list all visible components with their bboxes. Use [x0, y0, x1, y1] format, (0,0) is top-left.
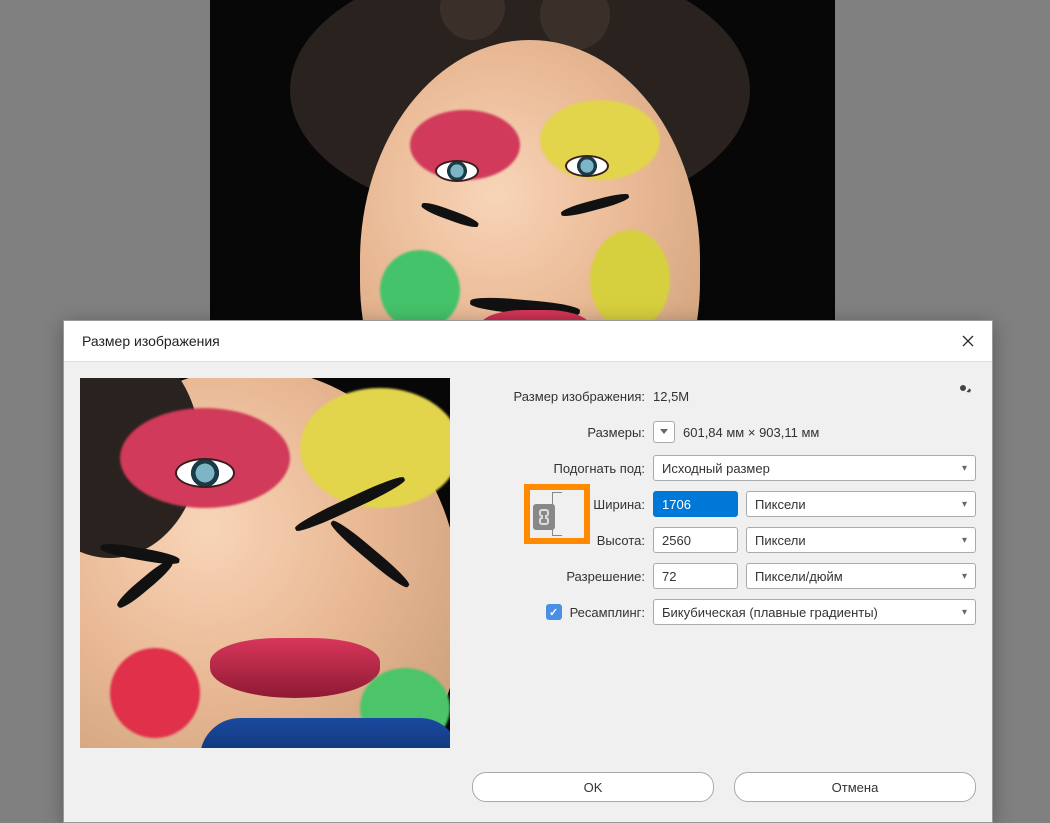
- resample-label: Ресамплинг:: [570, 605, 645, 620]
- cancel-button[interactable]: Отмена: [734, 772, 976, 802]
- chevron-down-icon: ▾: [962, 607, 967, 618]
- chevron-down-icon: ▾: [962, 463, 967, 474]
- chevron-down-icon: ▾: [962, 535, 967, 546]
- chevron-down-icon: ▾: [962, 499, 967, 510]
- image-preview: [80, 378, 450, 748]
- height-input[interactable]: 2560: [653, 527, 738, 553]
- width-input[interactable]: 1706: [653, 491, 738, 517]
- size-value: 12,5M: [653, 389, 689, 404]
- resample-checkbox[interactable]: ✓: [546, 604, 562, 620]
- fit-select[interactable]: Исходный размер ▾: [653, 455, 976, 481]
- dimensions-label: Размеры:: [470, 425, 645, 440]
- close-button[interactable]: [958, 331, 978, 351]
- dialog-title: Размер изображения: [82, 333, 220, 349]
- width-unit-select[interactable]: Пиксели ▾: [746, 491, 976, 517]
- gear-icon[interactable]: [954, 379, 972, 397]
- resolution-unit-select[interactable]: Пиксели/дюйм ▾: [746, 563, 976, 589]
- resolution-label: Разрешение:: [470, 569, 645, 584]
- resolution-input[interactable]: 72: [653, 563, 738, 589]
- dimensions-unit-toggle[interactable]: [653, 421, 675, 443]
- chevron-down-icon: ▾: [962, 571, 967, 582]
- resample-method-select[interactable]: Бикубическая (плавные градиенты) ▾: [653, 599, 976, 625]
- size-label: Размер изображения:: [470, 389, 645, 404]
- image-size-dialog: Размер изображения: [63, 320, 993, 823]
- dimensions-value: 601,84 мм × 903,11 мм: [683, 425, 819, 440]
- controls-panel: Размер изображения: 12,5M Размеры: 601,8…: [470, 378, 976, 748]
- dialog-titlebar: Размер изображения: [64, 321, 992, 362]
- fit-label: Подогнать под:: [470, 461, 645, 476]
- constrain-proportions-button[interactable]: [533, 504, 555, 530]
- ok-button[interactable]: OK: [472, 772, 714, 802]
- height-unit-select[interactable]: Пиксели ▾: [746, 527, 976, 553]
